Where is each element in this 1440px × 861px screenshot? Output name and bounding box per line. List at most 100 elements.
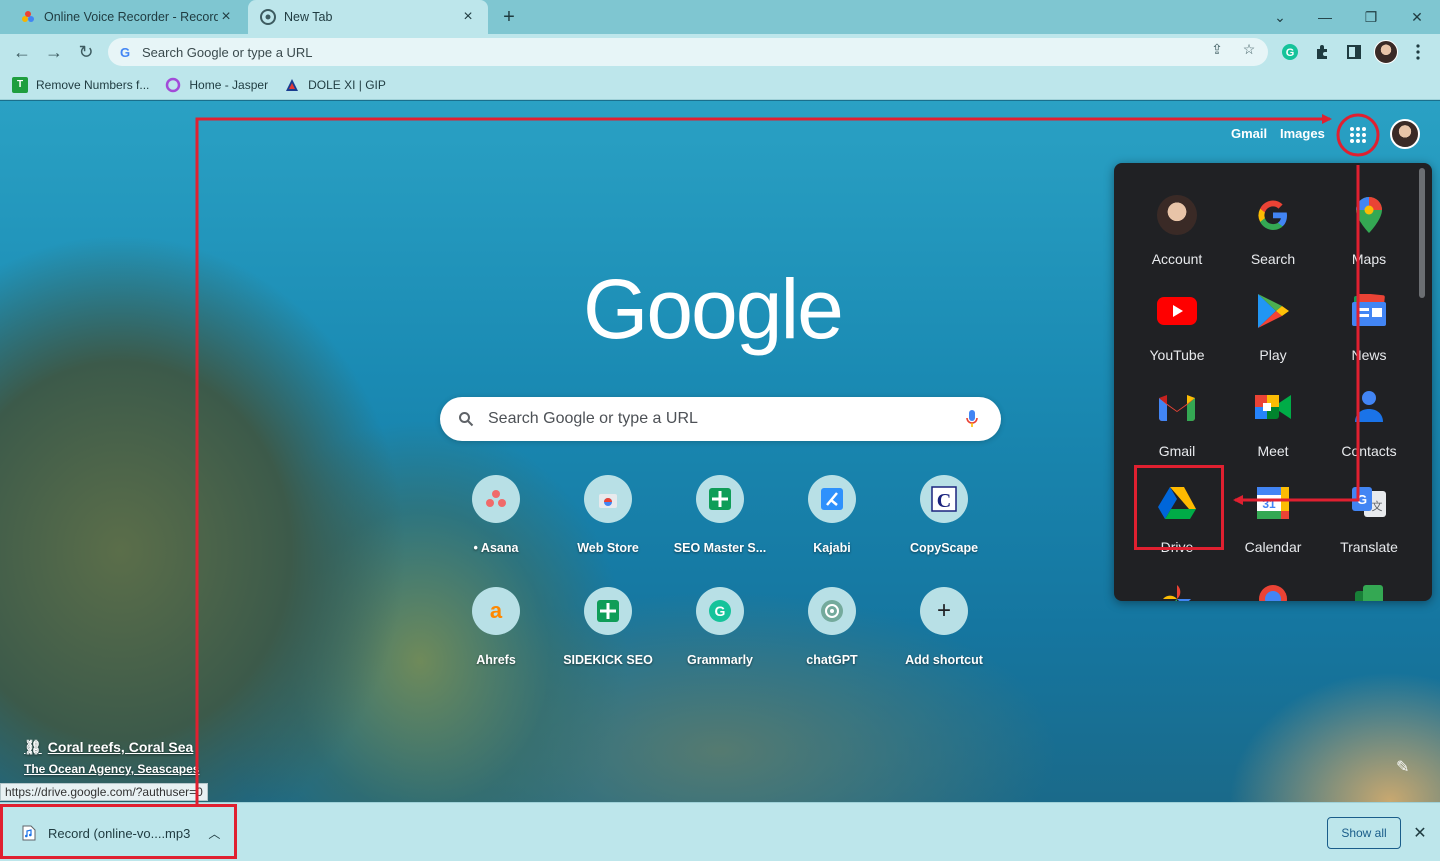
svg-text:G: G	[715, 603, 726, 619]
calendar-icon: 31	[1253, 483, 1293, 523]
svg-text:a: a	[490, 599, 503, 623]
tab-title: New Tab	[284, 10, 333, 24]
app-account[interactable]: Account	[1129, 185, 1225, 275]
bookmark-label: Remove Numbers f...	[36, 77, 150, 92]
app-label: Account	[1151, 251, 1203, 267]
shortcut-grammarly[interactable]: G Grammarly	[664, 583, 776, 687]
shortcut-label: Kajabi	[813, 541, 851, 555]
app-translate[interactable]: G文 Translate	[1321, 473, 1417, 563]
svg-text:G: G	[1357, 492, 1367, 507]
shortcut-label: SEO Master S...	[673, 541, 767, 555]
app-calendar[interactable]: 31 Calendar	[1225, 473, 1321, 563]
app-play[interactable]: Play	[1225, 281, 1321, 371]
customize-pencil-icon[interactable]: ✎	[1396, 757, 1420, 781]
restore-icon[interactable]: ❐	[1348, 4, 1394, 30]
background-title-link[interactable]: ⛓ Coral reefs, Coral Sea	[24, 739, 193, 756]
back-arrow-icon[interactable]: ←	[10, 40, 34, 64]
side-panel-icon[interactable]	[1344, 42, 1364, 62]
tab-search-chevron-icon[interactable]: ⌄	[1257, 4, 1303, 30]
app-drive[interactable]: Drive	[1129, 473, 1225, 563]
app-search[interactable]: Search	[1225, 185, 1321, 275]
omnibox[interactable]: G Search Google or type a URL	[108, 38, 1268, 66]
shortcut-sidekick-seo[interactable]: SIDEKICK SEO	[552, 583, 664, 687]
grammarly-extension-icon[interactable]: G	[1280, 42, 1300, 62]
extensions-puzzle-icon[interactable]	[1312, 42, 1332, 62]
svg-text:文: 文	[1372, 499, 1383, 513]
shortcut-copyscape[interactable]: C CopyScape	[888, 471, 1000, 575]
google-apps-panel: Account Search Maps YouTube Play News Gm…	[1114, 163, 1432, 601]
gmail-icon	[1157, 387, 1197, 427]
close-icon[interactable]: ×	[218, 8, 234, 25]
app-photos[interactable]	[1129, 569, 1225, 601]
window-close-icon[interactable]: ✕	[1394, 4, 1440, 30]
microphone-icon[interactable]	[965, 409, 979, 429]
shortcut-chatgpt[interactable]: chatGPT	[776, 583, 888, 687]
chevron-up-icon[interactable]: ︿	[208, 825, 220, 842]
show-all-button[interactable]: Show all	[1327, 817, 1401, 849]
kebab-menu-icon[interactable]	[1408, 42, 1428, 62]
tab-online-voice-recorder[interactable]: Online Voice Recorder - Record V ×	[8, 0, 246, 34]
apps-grid-icon	[1350, 127, 1366, 143]
copyscape-icon: C	[920, 475, 968, 523]
profile-avatar[interactable]	[1374, 40, 1398, 64]
forward-arrow-icon[interactable]: →	[42, 40, 66, 64]
shortcut-seo-master[interactable]: SEO Master S...	[664, 471, 776, 575]
status-url: https://drive.google.com/?authuser=0	[0, 783, 208, 801]
share-icon[interactable]: ⇪	[1208, 40, 1226, 58]
search-icon	[459, 412, 474, 427]
app-label: YouTube	[1149, 347, 1205, 363]
bookmark-remove-numbers[interactable]: T Remove Numbers f...	[12, 76, 150, 93]
shortcut-label: Web Store	[577, 541, 639, 555]
app-sheets[interactable]	[1321, 569, 1417, 601]
account-avatar[interactable]	[1390, 119, 1420, 149]
browser-toolbar: ← → ↻ G Search Google or type a URL ⇪ ☆ …	[0, 34, 1440, 70]
minimize-icon[interactable]: —	[1302, 4, 1348, 30]
shortcut-label: SIDEKICK SEO	[563, 653, 653, 667]
bookmark-dole-gip[interactable]: DOLE XI | GIP	[284, 77, 386, 93]
shortcut-asana[interactable]: • Asana	[440, 471, 552, 575]
jasper-icon	[165, 77, 181, 93]
new-tab-plus-icon[interactable]: +	[498, 6, 520, 28]
shortcut-ahrefs[interactable]: a Ahrefs	[440, 583, 552, 687]
shortcut-add[interactable]: + Add shortcut	[888, 583, 1000, 687]
app-label: Gmail	[1158, 443, 1196, 459]
bookmark-home-jasper[interactable]: Home - Jasper	[165, 77, 268, 93]
link-icon: ⛓	[24, 739, 42, 755]
shortcut-kajabi[interactable]: Kajabi	[776, 471, 888, 575]
bookmark-star-icon[interactable]: ☆	[1240, 40, 1258, 58]
app-ads[interactable]	[1225, 569, 1321, 601]
dole-icon	[284, 77, 300, 93]
images-link[interactable]: Images	[1280, 126, 1325, 141]
background-author-link[interactable]: The Ocean Agency, Seascapes	[24, 762, 199, 776]
google-apps-button[interactable]	[1339, 116, 1377, 154]
app-meet[interactable]: Meet	[1225, 377, 1321, 467]
app-maps[interactable]: Maps	[1321, 185, 1417, 275]
app-label: Maps	[1351, 251, 1387, 267]
gmail-link[interactable]: Gmail	[1231, 126, 1267, 141]
web-store-icon	[584, 475, 632, 523]
app-news[interactable]: News	[1321, 281, 1417, 371]
bookmarks-bar: T Remove Numbers f... Home - Jasper DOLE…	[0, 70, 1440, 100]
photos-icon	[1157, 579, 1197, 601]
app-youtube[interactable]: YouTube	[1129, 281, 1225, 371]
shortcut-label: • Asana	[473, 541, 519, 555]
tab-title: Online Voice Recorder - Record V	[44, 10, 218, 24]
contacts-icon	[1349, 387, 1389, 427]
app-gmail[interactable]: Gmail	[1129, 377, 1225, 467]
svg-text:C: C	[937, 490, 951, 512]
reload-icon[interactable]: ↻	[74, 40, 98, 64]
shortcut-web-store[interactable]: Web Store	[552, 471, 664, 575]
app-contacts[interactable]: Contacts	[1321, 377, 1417, 467]
download-item[interactable]: Record (online-vo....mp3 ︿	[10, 813, 230, 853]
tab-strip: Online Voice Recorder - Record V × New T…	[0, 0, 1440, 34]
sheets-icon	[696, 475, 744, 523]
chrome-icon	[260, 9, 276, 25]
ahrefs-icon: a	[472, 587, 520, 635]
youtube-icon	[1157, 291, 1197, 331]
close-icon[interactable]: ✕	[1410, 823, 1430, 843]
search-box[interactable]: Search Google or type a URL	[440, 397, 1001, 441]
app-label: News	[1351, 347, 1387, 363]
tab-new-tab[interactable]: New Tab ×	[248, 0, 488, 34]
close-icon[interactable]: ×	[460, 8, 476, 25]
apps-panel-scrollbar[interactable]	[1419, 168, 1425, 298]
